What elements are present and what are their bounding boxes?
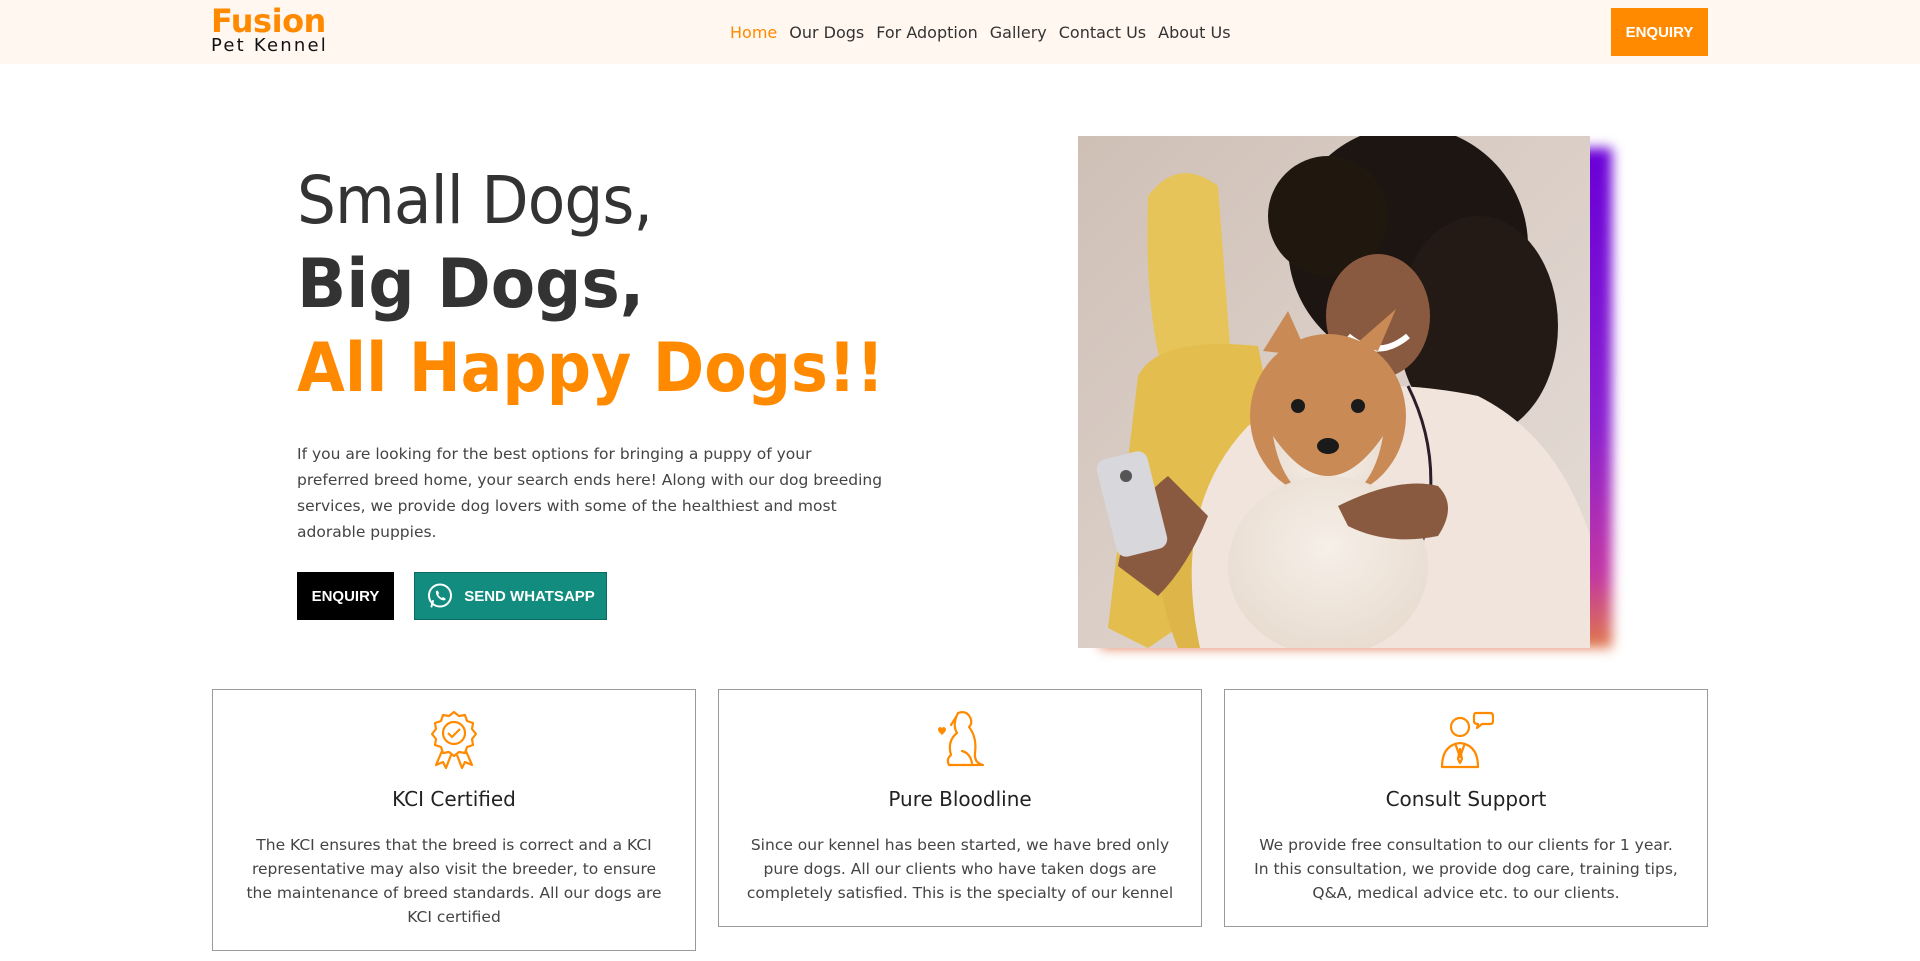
whatsapp-icon xyxy=(428,583,453,608)
nav-for-adoption[interactable]: For Adoption xyxy=(876,23,978,42)
certified-badge-icon xyxy=(430,710,478,769)
feature-title: Consult Support xyxy=(1385,787,1547,811)
nav-contact-us[interactable]: Contact Us xyxy=(1059,23,1146,42)
feature-card-pure-bloodline: Pure Bloodline Since our kennel has been… xyxy=(718,689,1202,927)
logo-text-top: Fusion xyxy=(211,2,326,40)
site-header: Fusion Pet Kennel Home Our Dogs For Adop… xyxy=(0,0,1920,64)
hero-heading: Small Dogs, Big Dogs, All Happy Dogs!! xyxy=(297,160,897,410)
hero-enquiry-button[interactable]: ENQUIRY xyxy=(297,572,394,620)
feature-text: The KCI ensures that the breed is correc… xyxy=(246,836,662,926)
logo-text-bottom: Pet Kennel xyxy=(211,35,328,56)
nav-home[interactable]: Home xyxy=(730,23,777,42)
feature-text: Since our kennel has been started, we ha… xyxy=(746,836,1174,902)
nav-our-dogs[interactable]: Our Dogs xyxy=(789,23,864,42)
site-logo[interactable]: Fusion Pet Kennel xyxy=(211,2,351,56)
dog-heart-icon xyxy=(938,711,985,767)
feature-text: We provide free consultation to our clie… xyxy=(1254,836,1678,902)
main-nav: Home Our Dogs For Adoption Gallery Conta… xyxy=(730,0,1231,64)
nav-about-us[interactable]: About Us xyxy=(1158,23,1230,42)
header-enquiry-button[interactable]: ENQUIRY xyxy=(1611,8,1708,56)
hero-photo-woman-with-dog xyxy=(1078,136,1590,648)
send-whatsapp-label: SEND WHATSAPP xyxy=(464,587,595,605)
hero-heading-line3: All Happy Dogs!! xyxy=(297,329,885,408)
woman-with-shiba-illustration xyxy=(1078,136,1590,648)
consultant-chat-icon xyxy=(1440,711,1494,769)
hero-heading-line1: Small Dogs, xyxy=(297,162,653,239)
send-whatsapp-button[interactable]: SEND WHATSAPP xyxy=(414,572,607,620)
hero-description: If you are looking for the best options … xyxy=(297,445,883,541)
feature-title: Pure Bloodline xyxy=(888,787,1032,811)
feature-card-kci-certified: KCI Certified The KCI ensures that the b… xyxy=(212,689,696,951)
nav-gallery[interactable]: Gallery xyxy=(990,23,1047,42)
hero-heading-line2: Big Dogs, xyxy=(297,245,645,324)
feature-title: KCI Certified xyxy=(392,787,516,811)
feature-card-consult-support: Consult Support We provide free consulta… xyxy=(1224,689,1708,927)
